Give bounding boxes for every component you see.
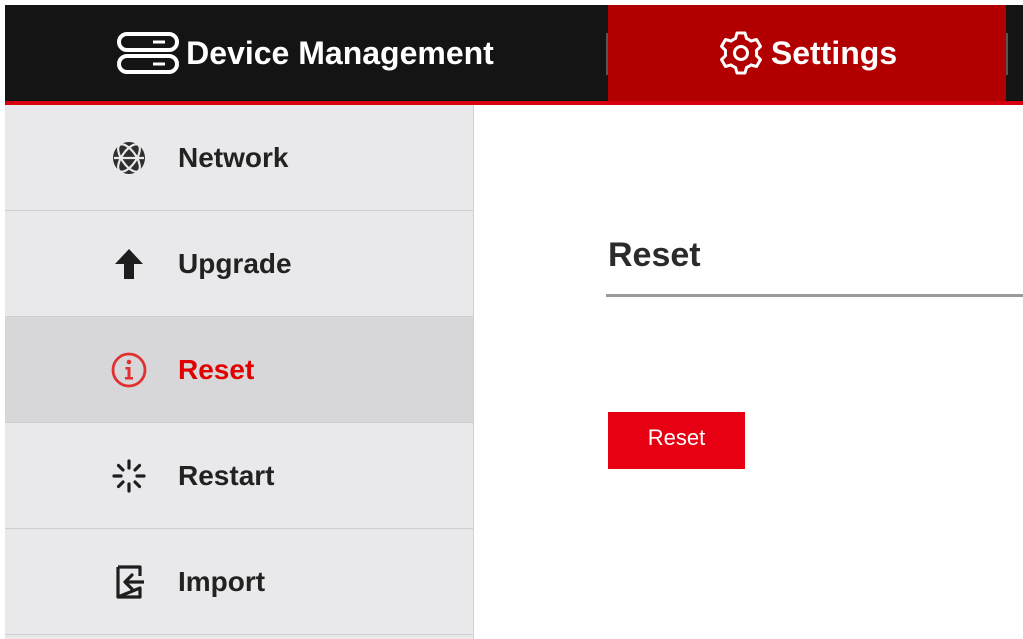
- gear-icon: [717, 29, 765, 77]
- settings-sidebar: Network Upgrade Reset Restart Import: [5, 105, 474, 639]
- tab-device-management-label: Device Management: [186, 34, 494, 71]
- info-circle-icon: [110, 351, 148, 389]
- nav-divider: [1006, 33, 1008, 75]
- sidebar-item-upgrade[interactable]: Upgrade: [5, 211, 473, 317]
- globe-icon: [110, 139, 148, 177]
- sidebar-item-reset[interactable]: Reset: [5, 317, 473, 423]
- sidebar-item-import[interactable]: Import: [5, 529, 473, 635]
- server-icon: [116, 31, 180, 75]
- import-icon: [110, 563, 148, 601]
- sidebar-item-label: Network: [178, 141, 289, 173]
- arrow-up-icon: [110, 245, 148, 283]
- tab-settings-label: Settings: [770, 34, 898, 71]
- reset-button[interactable]: Reset: [608, 412, 745, 469]
- tab-settings[interactable]: Settings: [608, 5, 1006, 101]
- tab-device-management[interactable]: Device Management: [5, 5, 605, 101]
- page: Device Management Settings Network Upgra…: [0, 0, 1023, 639]
- sidebar-item-label: Upgrade: [178, 247, 292, 279]
- sidebar-item-label: Import: [178, 565, 266, 597]
- sidebar-item-restart[interactable]: Restart: [5, 423, 473, 529]
- page-title: Reset: [608, 236, 701, 274]
- sidebar-item-label: Reset: [178, 353, 255, 385]
- top-navigation-bar: Device Management Settings: [5, 5, 1023, 101]
- title-divider: [606, 294, 1023, 297]
- spinner-icon: [110, 457, 148, 495]
- sidebar-item-label: Restart: [178, 459, 275, 491]
- sidebar-item-network[interactable]: Network: [5, 105, 473, 211]
